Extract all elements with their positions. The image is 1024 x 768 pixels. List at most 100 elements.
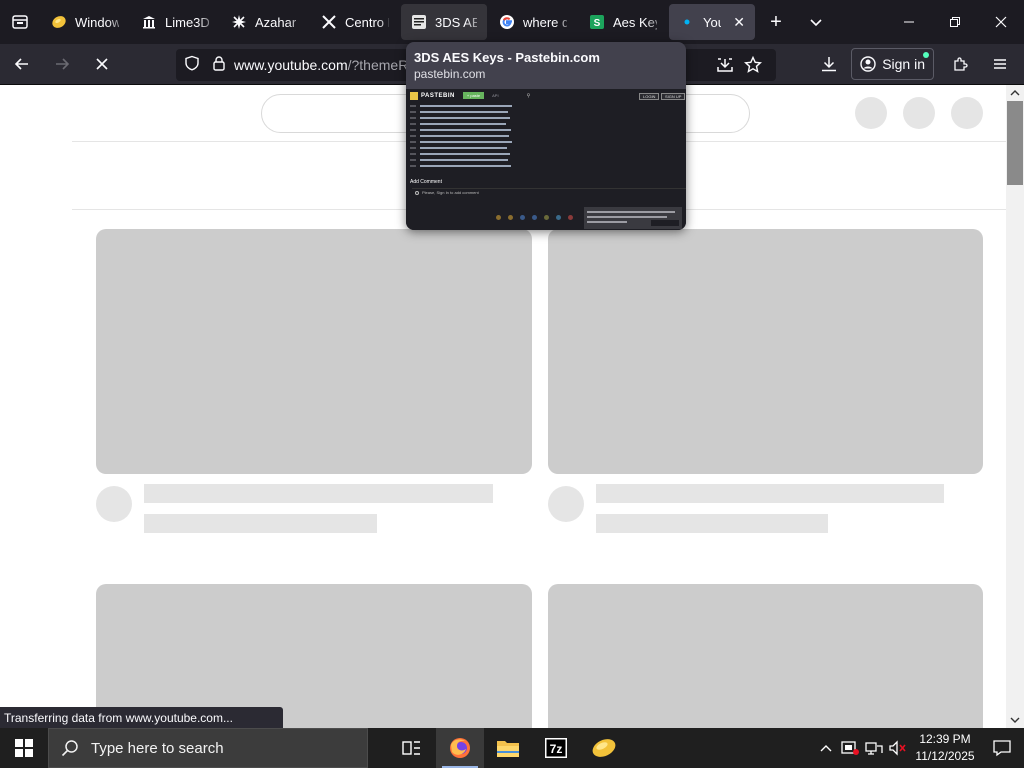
tab-where-do[interactable]: where do: [489, 4, 577, 40]
firefox-view-button[interactable]: [0, 0, 40, 44]
video-thumbnail-placeholder[interactable]: [548, 584, 983, 728]
tab-list: Windows Lime3DS Azahar E Centro Li 3DS A: [40, 0, 756, 44]
back-arrow-icon: [14, 58, 28, 70]
tray-device-icon[interactable]: [838, 728, 862, 768]
stop-button[interactable]: [84, 48, 120, 80]
status-text: Transferring data from www.youtube.com..…: [4, 710, 233, 725]
google-icon: [499, 14, 515, 30]
network-icon[interactable]: [862, 728, 886, 768]
channel-avatar-placeholder: [96, 486, 132, 522]
taskbar-file-explorer[interactable]: [484, 728, 532, 768]
downloads-button[interactable]: [811, 48, 847, 80]
taskbar-7zip[interactable]: 7z: [532, 728, 580, 768]
new-tab-button[interactable]: +: [756, 0, 796, 44]
tab-aes-keys[interactable]: S Aes Keys: [579, 4, 667, 40]
url-path: /?themeR: [347, 57, 409, 73]
screen: Windows Lime3DS Azahar E Centro Li 3DS A: [0, 0, 1024, 768]
header-icon-placeholder: [855, 97, 887, 129]
forward-button[interactable]: [44, 48, 80, 80]
tracking-protection-icon[interactable]: [184, 55, 200, 76]
tab-title: YouTu: [703, 14, 721, 30]
tab-centro[interactable]: Centro Li: [311, 4, 399, 40]
azahar-star-icon: [231, 14, 247, 30]
scrollbar-thumb[interactable]: [1007, 101, 1023, 185]
preview-domain: pastebin.com: [414, 67, 486, 81]
system-tray: 12:39 PM 11/12/2025: [814, 728, 1024, 768]
action-center-button[interactable]: [980, 728, 1024, 768]
tab-windows[interactable]: Windows: [41, 4, 129, 40]
tab-3ds-aes[interactable]: 3DS AES: [401, 4, 487, 40]
loading-dot-icon: [679, 14, 695, 30]
back-button[interactable]: [4, 48, 40, 80]
sign-in-button[interactable]: Sign in: [851, 48, 934, 80]
start-button[interactable]: [0, 728, 48, 768]
preview-title: 3DS AES Keys - Pastebin.com: [414, 50, 600, 65]
plus-icon: +: [770, 10, 782, 33]
download-icon: [822, 57, 837, 72]
x-logo-icon: [321, 14, 337, 30]
archive-building-icon: [141, 14, 157, 30]
task-view-button[interactable]: [388, 728, 436, 768]
status-panel: Transferring data from www.youtube.com..…: [0, 707, 283, 728]
header-icon-placeholder: [903, 97, 935, 129]
lock-icon[interactable]: [212, 55, 226, 76]
clock-time: 12:39 PM: [919, 732, 971, 746]
chevron-up-icon: [820, 745, 832, 752]
7zip-icon: 7z: [545, 738, 567, 758]
scroll-up-arrow-icon[interactable]: [1006, 85, 1024, 101]
video-thumbnail-placeholder[interactable]: [96, 229, 532, 474]
pastebin-header: PASTEBIN + paste API ⚲ LOGIN SIGN UP: [406, 89, 686, 102]
restore-button[interactable]: [932, 0, 978, 44]
list-all-tabs-button[interactable]: [796, 0, 836, 44]
firefox-icon: [450, 738, 470, 758]
pastebin-paste-button: + paste: [462, 92, 485, 99]
volume-muted-icon[interactable]: [886, 728, 910, 768]
taskbar-lemon-app[interactable]: [580, 728, 628, 768]
pastebin-logo-icon: [410, 91, 418, 100]
save-to-pocket-icon[interactable]: [716, 57, 734, 78]
close-window-button[interactable]: [978, 0, 1024, 44]
puzzle-icon: [954, 57, 968, 71]
extensions-button[interactable]: [942, 48, 978, 80]
s-badge-icon: S: [589, 14, 605, 30]
meta-line-placeholder: [144, 514, 377, 533]
pastebin-brand: PASTEBIN: [421, 92, 455, 99]
tab-close-icon[interactable]: ✕: [733, 14, 745, 31]
taskbar-search-box[interactable]: Type here to search: [48, 728, 368, 768]
taskbar-clock[interactable]: 12:39 PM 11/12/2025: [910, 731, 980, 765]
pastebin-code-lines: [410, 103, 520, 169]
scroll-down-arrow-icon[interactable]: [1006, 712, 1024, 728]
clock-date: 11/12/2025: [915, 749, 975, 763]
pastebin-search-icon: ⚲: [526, 92, 531, 99]
app-menu-button[interactable]: [982, 48, 1018, 80]
tab-strip: Windows Lime3DS Azahar E Centro Li 3DS A: [0, 0, 1024, 44]
search-placeholder: Type here to search: [91, 739, 224, 757]
show-hidden-icons-button[interactable]: [814, 728, 838, 768]
tab-azahar[interactable]: Azahar E: [221, 4, 309, 40]
sign-in-label: Sign in: [882, 56, 925, 72]
minimize-button[interactable]: [886, 0, 932, 44]
tab-preview-popup: 3DS AES Keys - Pastebin.com pastebin.com…: [406, 42, 686, 230]
pastebin-comment-hint-text: Please, Sign In to add comment: [422, 190, 479, 195]
pastebin-comment-hint: Please, Sign In to add comment: [412, 188, 686, 196]
svg-text:7z: 7z: [550, 742, 563, 756]
url-host: www.youtube.com: [234, 57, 348, 73]
url-text: www.youtube.com/?themeR: [234, 57, 408, 73]
pastebin-signup-button: SIGN UP: [661, 93, 686, 100]
bookmark-star-icon[interactable]: [743, 55, 763, 79]
restore-icon: [950, 17, 960, 27]
toolbar-right: Sign in: [807, 44, 1024, 84]
page-scrollbar[interactable]: [1006, 85, 1024, 728]
close-icon: [995, 16, 1007, 28]
pastebin-comment-heading: Add Comment: [410, 179, 442, 185]
windows-taskbar: Type here to search 7z 12:39 PM 11/12/20…: [0, 728, 1024, 768]
tab-youtube[interactable]: YouTu ✕: [669, 4, 755, 40]
stop-icon: [96, 58, 108, 70]
video-thumbnail-placeholder[interactable]: [548, 229, 983, 474]
tab-lime3ds[interactable]: Lime3DS: [131, 4, 219, 40]
windows-logo-icon: [15, 739, 33, 757]
notification-icon: [993, 740, 1011, 757]
pastebin-social-icons: [496, 215, 573, 220]
taskbar-firefox[interactable]: [436, 728, 484, 768]
channel-avatar-placeholder: [548, 486, 584, 522]
